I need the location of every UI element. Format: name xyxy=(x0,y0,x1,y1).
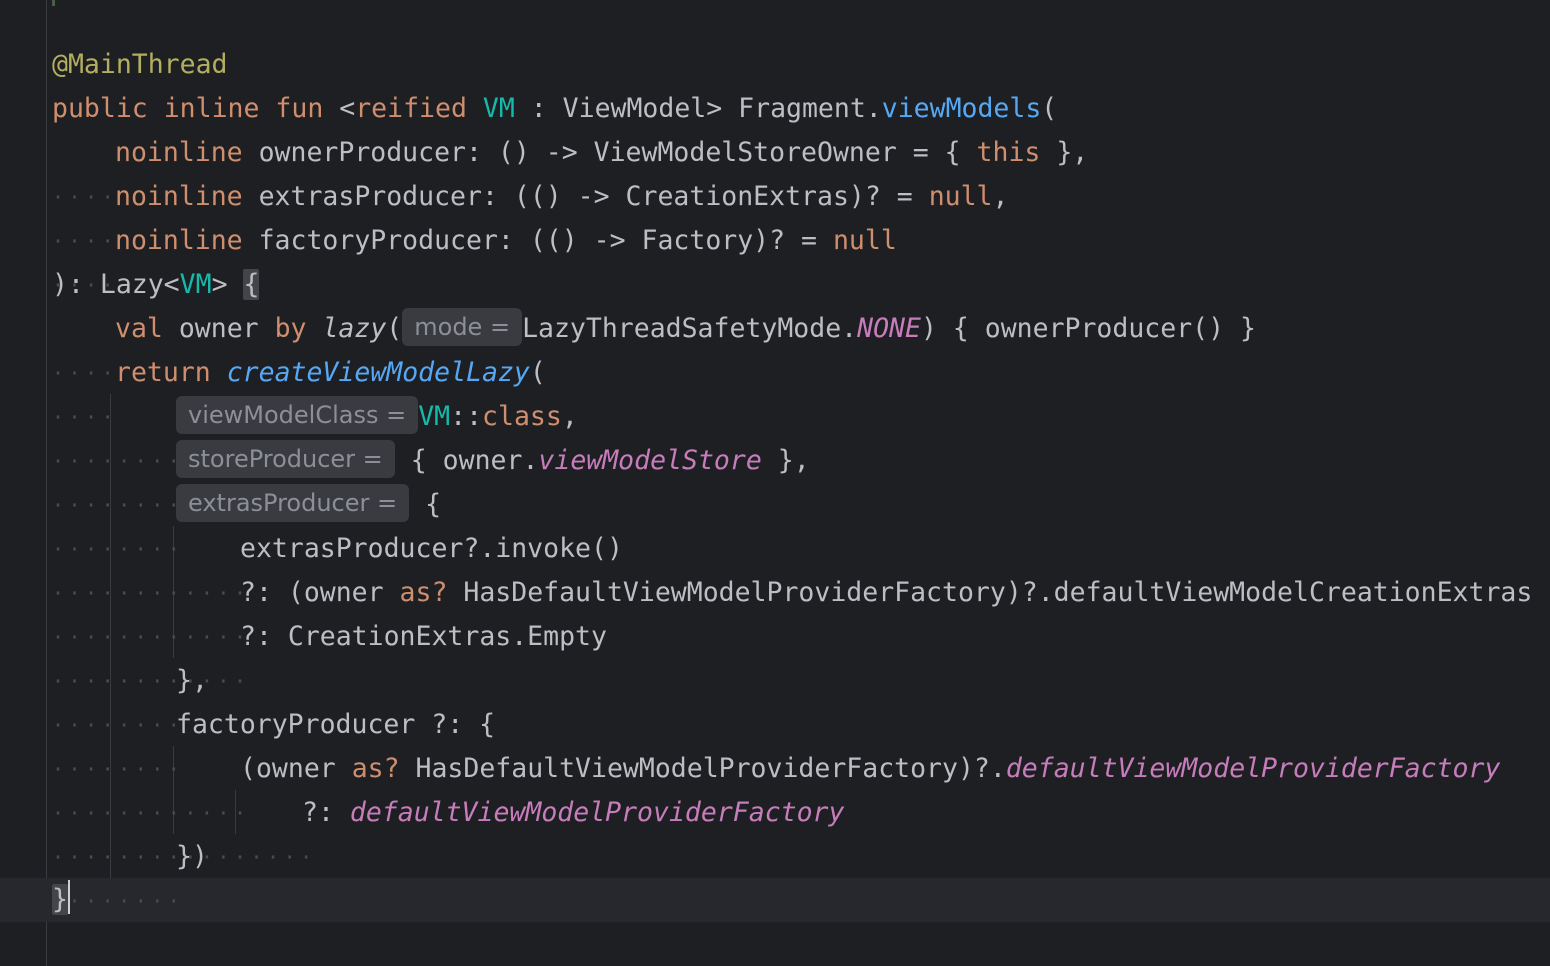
property-default-view-model-provider-factory: defaultViewModelProviderFactory xyxy=(349,797,845,828)
matched-brace: { xyxy=(243,269,260,300)
code-token: extrasProducer: (() -> CreationExtras)? … xyxy=(242,181,929,212)
code-line-4: ···· noinline extrasProducer: (() -> Cre… xyxy=(0,175,1008,253)
keyword-val: val xyxy=(115,313,163,344)
annotation-main-thread: @MainThread xyxy=(52,49,228,80)
code-token: HasDefaultViewModelProviderFactory)?. xyxy=(399,753,1006,784)
code-token: }, xyxy=(1040,137,1089,168)
code-token: : ViewModel> Fragment. xyxy=(514,93,882,124)
code-token: ( xyxy=(1041,93,1058,124)
keyword-noinline: noinline xyxy=(115,225,243,256)
code-token: ?: (owner xyxy=(240,577,400,608)
code-token: ( xyxy=(386,313,403,344)
whitespace-dots: ········ xyxy=(52,493,185,517)
code-line-15: ········ }, xyxy=(0,659,208,737)
code-token: }, xyxy=(176,665,208,696)
code-token: { xyxy=(425,489,442,520)
keyword-class: class xyxy=(482,401,562,432)
keyword-by: by xyxy=(274,313,307,344)
keyword-null: null xyxy=(928,181,993,212)
function-name-create-view-model-lazy: createViewModelLazy xyxy=(226,357,530,388)
type-param-vm: VM xyxy=(179,269,212,300)
text-caret xyxy=(67,880,70,914)
code-line-3: ···· noinline ownerProducer: () -> ViewM… xyxy=(0,131,1088,209)
code-token: ?: xyxy=(302,797,350,828)
code-token: ) { ownerProducer() } xyxy=(920,313,1256,344)
whitespace-dots: ········ xyxy=(52,889,185,913)
code-line-2: public inline fun <reified VM : ViewMode… xyxy=(0,87,1057,131)
whitespace-dots: ········ xyxy=(52,537,185,561)
code-token: (owner xyxy=(240,753,352,784)
code-token: }) xyxy=(176,841,208,872)
keyword-as: as? xyxy=(399,577,448,608)
code-token: ownerProducer: () -> ViewModelStoreOwner… xyxy=(242,137,977,168)
keyword-noinline: noinline xyxy=(115,181,243,212)
keyword-noinline: noinline xyxy=(115,137,243,168)
whitespace-dots: ········ xyxy=(52,449,185,473)
code-token: ( xyxy=(529,357,546,388)
doc-comment-marker xyxy=(52,0,55,6)
code-line-1: @MainThread xyxy=(0,43,228,87)
type-param-vm: VM xyxy=(418,401,451,432)
enum-constant-none: NONE xyxy=(857,313,921,344)
code-token: factoryProducer ?: { xyxy=(176,709,496,740)
code-token: factoryProducer: (() -> Factory)? = xyxy=(242,225,833,256)
code-line-19: ········ }) xyxy=(0,835,208,913)
code-token: ?: CreationExtras.Empty xyxy=(240,621,607,652)
code-token: < xyxy=(339,93,356,124)
keyword-reified: reified xyxy=(355,93,467,124)
code-line-16: ········ factoryProducer ?: { xyxy=(0,703,495,781)
code-token: > xyxy=(211,269,244,300)
whitespace-dots: ············ xyxy=(52,625,251,649)
code-token: { owner. xyxy=(410,445,539,476)
code-token: , xyxy=(561,401,578,432)
keyword-return: return xyxy=(115,357,211,388)
code-line-12: ············ extrasProducer?.invoke() xyxy=(0,527,623,605)
inlay-hint-store-producer[interactable]: storeProducer = xyxy=(176,440,395,478)
code-line-8: ···· return createViewModelLazy( xyxy=(0,351,546,429)
keyword-this: this xyxy=(976,137,1041,168)
keyword-public: public xyxy=(52,93,148,124)
code-token: }, xyxy=(761,445,810,476)
whitespace-dots: ············ xyxy=(52,669,251,693)
matched-brace: } xyxy=(52,884,68,915)
code-line-6: ): Lazy<VM> { xyxy=(0,263,260,307)
code-line-10: ········ storeProducer = { owner.viewMod… xyxy=(0,439,810,517)
current-line-highlight xyxy=(0,878,1550,922)
type-param-vm: VM xyxy=(482,93,515,124)
code-line-11: ········ extrasProducer = { xyxy=(0,483,441,561)
whitespace-dots: ········ xyxy=(52,757,185,781)
whitespace-dots: ············ xyxy=(52,581,251,605)
function-name-viewmodels: viewModels xyxy=(881,93,1042,124)
inlay-hint-view-model-class[interactable]: viewModelClass = xyxy=(176,396,419,434)
property-view-model-store: viewModelStore xyxy=(538,445,762,476)
code-line-17: ············ (owner as? HasDefaultViewMo… xyxy=(0,747,1500,825)
code-line-9: ········ viewModelClass = VM::class, xyxy=(0,395,578,473)
keyword-null: null xyxy=(832,225,897,256)
whitespace-dots: ········ xyxy=(52,713,185,737)
code-token: extrasProducer?.invoke() xyxy=(240,533,623,564)
inlay-hint-extras-producer[interactable]: extrasProducer = xyxy=(176,484,410,522)
code-line-7: ···· val owner by lazy(mode = LazyThreadS… xyxy=(0,307,1256,385)
code-line-5: ···· noinline factoryProducer: (() -> Fa… xyxy=(0,219,897,297)
code-token: , xyxy=(992,181,1009,212)
code-token: LazyThreadSafetyMode. xyxy=(522,313,858,344)
code-token: HasDefaultViewModelProviderFactory)?.def… xyxy=(447,577,1533,608)
code-token: ): Lazy< xyxy=(52,269,180,300)
whitespace-dots: ············ xyxy=(52,801,251,825)
code-token: owner xyxy=(162,313,275,344)
inlay-hint-mode[interactable]: mode = xyxy=(402,308,523,346)
code-line-14: ············ ?: CreationExtras.Empty xyxy=(0,615,607,693)
keyword-inline: inline xyxy=(163,93,260,124)
code-line-20: } xyxy=(0,878,70,922)
code-line-18: ················ ?: defaultViewModelProv… xyxy=(0,791,844,869)
keyword-fun: fun xyxy=(275,93,324,124)
function-name-lazy: lazy xyxy=(322,313,387,344)
property-default-view-model-provider-factory: defaultViewModelProviderFactory xyxy=(1005,753,1501,784)
keyword-as: as? xyxy=(351,753,400,784)
code-token: :: xyxy=(450,401,483,432)
code-editor[interactable]: @MainThread public inline fun <reified V… xyxy=(0,0,1550,966)
code-line-13: ············ ?: (owner as? HasDefaultVie… xyxy=(0,571,1532,649)
